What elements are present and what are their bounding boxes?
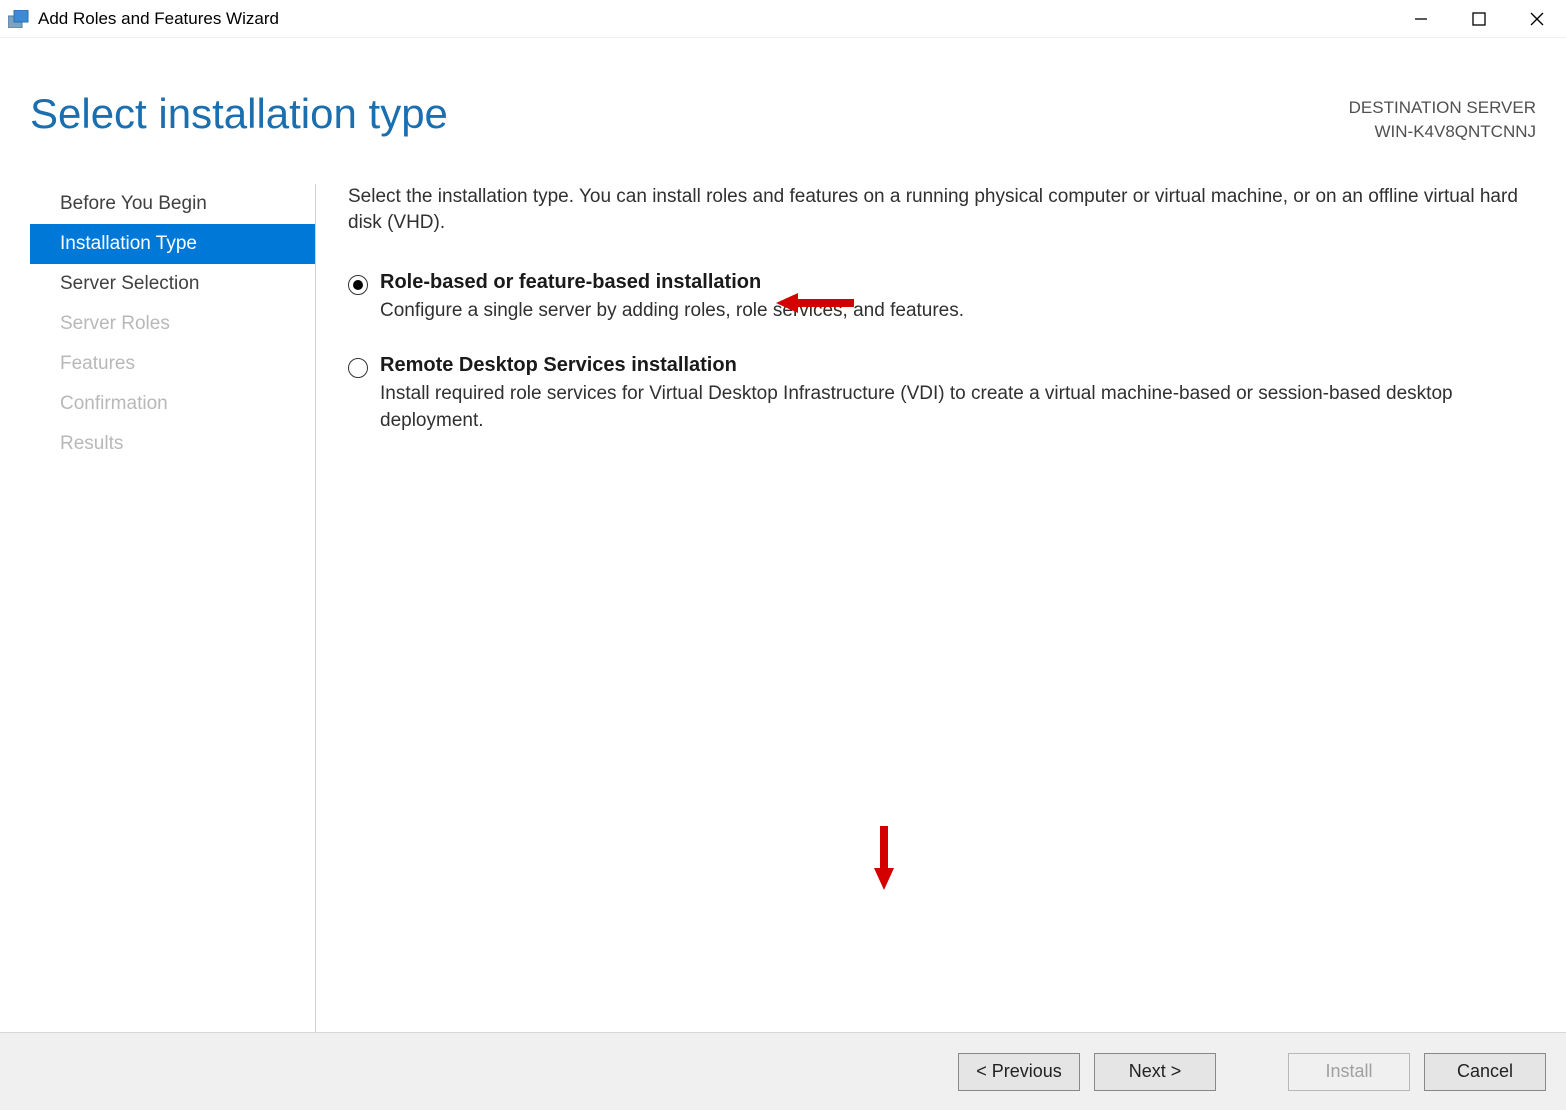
maximize-button[interactable] [1450, 0, 1508, 37]
titlebar: Add Roles and Features Wizard [0, 0, 1566, 38]
sidebar-item-label: Before You Begin [60, 193, 207, 215]
intro-text: Select the installation type. You can in… [348, 184, 1536, 237]
page-title: Select installation type [30, 90, 448, 138]
option-remote-desktop: Remote Desktop Services installation Ins… [348, 354, 1536, 434]
sidebar-item-label: Server Roles [60, 313, 170, 335]
install-button: Install [1288, 1053, 1410, 1091]
window-title: Add Roles and Features Wizard [38, 9, 1392, 29]
sidebar-item-label: Features [60, 353, 135, 375]
next-button[interactable]: Next > [1094, 1053, 1216, 1091]
radio-role-based[interactable] [348, 275, 368, 295]
sidebar-item-server-selection[interactable]: Server Selection [30, 264, 315, 304]
option-title[interactable]: Remote Desktop Services installation [380, 354, 1536, 377]
cancel-button[interactable]: Cancel [1424, 1053, 1546, 1091]
option-body: Remote Desktop Services installation Ins… [380, 354, 1536, 434]
previous-button[interactable]: < Previous [958, 1053, 1080, 1091]
sidebar-item-confirmation: Confirmation [30, 384, 315, 424]
wizard-footer: < Previous Next > Install Cancel [0, 1032, 1566, 1110]
sidebar-item-label: Confirmation [60, 393, 168, 415]
destination-server-box: DESTINATION SERVER WIN-K4V8QNTCNNJ [1349, 90, 1536, 144]
option-desc: Configure a single server by adding role… [380, 298, 1536, 325]
destination-label: DESTINATION SERVER [1349, 96, 1536, 120]
option-body: Role-based or feature-based installation… [380, 271, 1536, 325]
sidebar-item-features: Features [30, 344, 315, 384]
app-icon [8, 9, 30, 29]
wizard-body: Before You Begin Installation Type Serve… [0, 144, 1566, 1032]
wizard-content: Select the installation type. You can in… [316, 184, 1566, 1032]
option-role-based: Role-based or feature-based installation… [348, 271, 1536, 325]
option-desc: Install required role services for Virtu… [380, 381, 1536, 434]
sidebar-item-installation-type[interactable]: Installation Type [30, 224, 315, 264]
header: Select installation type DESTINATION SER… [0, 38, 1566, 144]
wizard-steps-sidebar: Before You Begin Installation Type Serve… [30, 184, 316, 1032]
sidebar-item-server-roles: Server Roles [30, 304, 315, 344]
sidebar-item-before-you-begin[interactable]: Before You Begin [30, 184, 315, 224]
sidebar-item-label: Server Selection [60, 273, 199, 295]
minimize-button[interactable] [1392, 0, 1450, 37]
sidebar-item-label: Installation Type [60, 233, 197, 255]
radio-remote-desktop[interactable] [348, 358, 368, 378]
option-title[interactable]: Role-based or feature-based installation [380, 271, 1536, 294]
destination-value: WIN-K4V8QNTCNNJ [1349, 120, 1536, 144]
sidebar-item-label: Results [60, 433, 123, 455]
window-controls [1392, 0, 1566, 37]
close-button[interactable] [1508, 0, 1566, 37]
sidebar-item-results: Results [30, 424, 315, 464]
